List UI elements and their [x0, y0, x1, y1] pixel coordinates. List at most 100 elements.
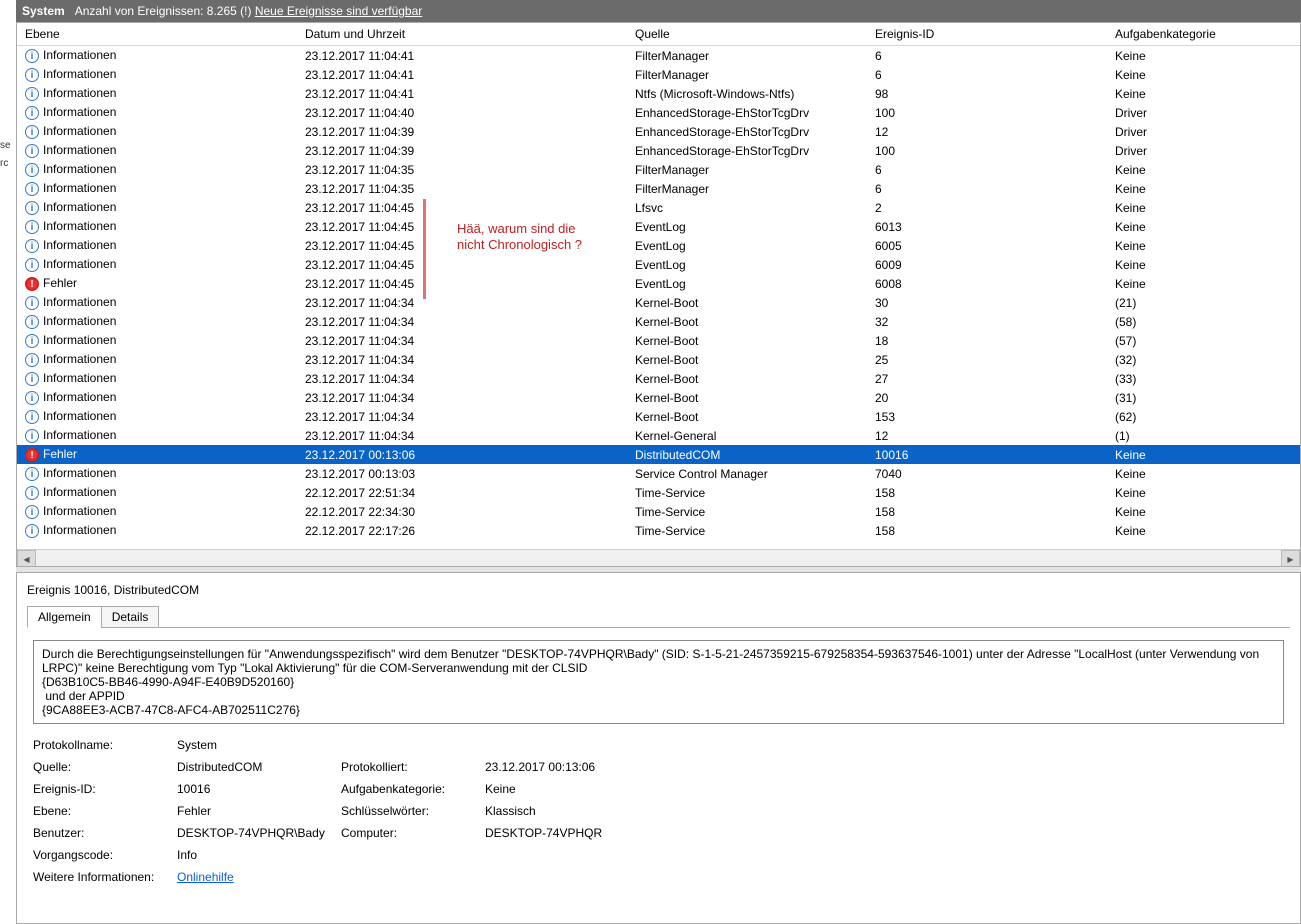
task-cell: (62) [1107, 410, 1300, 424]
col-level[interactable]: Ebene [17, 27, 297, 41]
lbl-logname: Protokollname: [33, 738, 173, 752]
date-cell: 23.12.2017 11:04:34 [297, 391, 627, 405]
info-icon: i [25, 391, 39, 405]
table-row[interactable]: iInformationen23.12.2017 11:04:41FilterM… [17, 65, 1300, 84]
level-text: Informationen [43, 485, 116, 499]
date-cell: 23.12.2017 11:04:41 [297, 49, 627, 63]
level-text: Informationen [43, 428, 116, 442]
table-row[interactable]: iInformationen23.12.2017 11:04:35FilterM… [17, 160, 1300, 179]
task-cell: Keine [1107, 448, 1300, 462]
eventid-cell: 10016 [867, 448, 1107, 462]
source-cell: Kernel-Boot [627, 410, 867, 424]
table-row[interactable]: iInformationen23.12.2017 11:04:39Enhance… [17, 122, 1300, 141]
source-cell: Service Control Manager [627, 467, 867, 481]
table-row[interactable]: iInformationen23.12.2017 11:04:35FilterM… [17, 179, 1300, 198]
task-cell: (21) [1107, 296, 1300, 310]
task-cell: Keine [1107, 68, 1300, 82]
table-row[interactable]: iInformationen23.12.2017 11:04:45EventLo… [17, 236, 1300, 255]
info-icon: i [25, 315, 39, 329]
table-row[interactable]: iInformationen23.12.2017 11:04:34Kernel-… [17, 407, 1300, 426]
level-text: Informationen [43, 48, 116, 62]
date-cell: 23.12.2017 11:04:45 [297, 201, 627, 215]
table-row[interactable]: iInformationen23.12.2017 11:04:34Kernel-… [17, 350, 1300, 369]
task-cell: Keine [1107, 505, 1300, 519]
table-row[interactable]: iInformationen23.12.2017 00:13:03Service… [17, 464, 1300, 483]
table-row[interactable]: iInformationen22.12.2017 22:51:34Time-Se… [17, 483, 1300, 502]
detail-tabs[interactable]: Allgemein Details [27, 605, 1290, 628]
info-icon: i [25, 410, 39, 424]
table-row[interactable]: iInformationen23.12.2017 11:04:39Enhance… [17, 141, 1300, 160]
eventid-cell: 30 [867, 296, 1107, 310]
task-cell: Driver [1107, 106, 1300, 120]
eventid-cell: 27 [867, 372, 1107, 386]
lbl-source: Quelle: [33, 760, 173, 774]
level-text: Informationen [43, 523, 116, 537]
eventid-cell: 100 [867, 106, 1107, 120]
table-row[interactable]: !Fehler23.12.2017 11:04:45EventLog6008Ke… [17, 274, 1300, 293]
col-source[interactable]: Quelle [627, 27, 867, 41]
date-cell: 23.12.2017 11:04:34 [297, 315, 627, 329]
annotation-text: Hää, warum sind die nicht Chronologisch … [457, 221, 582, 253]
date-cell: 23.12.2017 11:04:34 [297, 410, 627, 424]
lbl-user: Benutzer: [33, 826, 173, 840]
info-icon: i [25, 429, 39, 443]
table-row[interactable]: iInformationen23.12.2017 11:04:34Kernel-… [17, 388, 1300, 407]
table-row[interactable]: !Fehler23.12.2017 00:13:06DistributedCOM… [17, 445, 1300, 464]
event-rows[interactable]: i Informationen 23.12.2017 11:04:41FilterM… [17, 46, 1300, 540]
table-row[interactable]: iInformationen23.12.2017 11:04:41Ntfs (M… [17, 84, 1300, 103]
task-cell: Keine [1107, 87, 1300, 101]
level-text: Informationen [43, 314, 116, 328]
source-cell: EnhancedStorage-EhStorTcgDrv [627, 106, 867, 120]
level-text: Informationen [43, 67, 116, 81]
event-list[interactable]: Ebene Datum und Uhrzeit Quelle Ereignis-… [16, 22, 1301, 568]
task-cell: Keine [1107, 163, 1300, 177]
table-row[interactable]: iInformationen23.12.2017 11:04:40Enhance… [17, 103, 1300, 122]
source-cell: FilterManager [627, 68, 867, 82]
date-cell: 23.12.2017 11:04:34 [297, 334, 627, 348]
table-row[interactable]: iInformationen23.12.2017 11:04:34Kernel-… [17, 331, 1300, 350]
table-row[interactable]: iInformationen22.12.2017 22:34:30Time-Se… [17, 502, 1300, 521]
event-description[interactable]: Durch die Berechtigungseinstellungen für… [33, 640, 1284, 724]
val-logged: 23.12.2017 00:13:06 [485, 760, 1284, 774]
table-row[interactable]: iInformationen23.12.2017 11:04:34Kernel-… [17, 369, 1300, 388]
source-cell: Time-Service [627, 486, 867, 500]
lbl-taskcat: Aufgabenkategorie: [341, 782, 481, 796]
level-text: Informationen [43, 504, 116, 518]
source-cell: Ntfs (Microsoft-Windows-Ntfs) [627, 87, 867, 101]
col-datetime[interactable]: Datum und Uhrzeit [297, 27, 627, 41]
val-opcode: Info [177, 848, 337, 862]
annotation-bracket [423, 199, 426, 299]
table-row[interactable]: iInformationen23.12.2017 11:04:34Kernel-… [17, 426, 1300, 445]
table-row[interactable]: iInformationen22.12.2017 22:17:26Time-Se… [17, 521, 1300, 540]
date-cell: 23.12.2017 11:04:35 [297, 182, 627, 196]
level-text: Informationen [43, 352, 116, 366]
table-row[interactable]: iInformationen23.12.2017 11:04:45Lfsvc2K… [17, 198, 1300, 217]
task-cell: Keine [1107, 258, 1300, 272]
eventid-cell: 100 [867, 144, 1107, 158]
task-cell: Keine [1107, 524, 1300, 538]
level-text: Informationen [43, 181, 116, 195]
table-row[interactable]: iInformationen23.12.2017 11:04:45EventLo… [17, 217, 1300, 236]
col-taskcat[interactable]: Aufgabenkategorie [1107, 27, 1300, 41]
eventid-cell: 25 [867, 353, 1107, 367]
level-text: Informationen [43, 124, 116, 138]
table-row[interactable]: iInformationen23.12.2017 11:04:41FilterM… [17, 46, 1300, 65]
table-row[interactable]: iInformationen23.12.2017 11:04:34Kernel-… [17, 312, 1300, 331]
eventid-cell: 6009 [867, 258, 1107, 272]
source-cell: FilterManager [627, 49, 867, 63]
level-text: Informationen [43, 143, 116, 157]
tab-details[interactable]: Details [101, 606, 160, 628]
col-eventid[interactable]: Ereignis-ID [867, 27, 1107, 41]
eventid-cell: 32 [867, 315, 1107, 329]
tab-general[interactable]: Allgemein [27, 606, 102, 628]
online-help-link[interactable]: Onlinehilfe [177, 870, 234, 884]
column-headers[interactable]: Ebene Datum und Uhrzeit Quelle Ereignis-… [17, 23, 1300, 46]
table-row[interactable]: iInformationen23.12.2017 11:04:34Kernel-… [17, 293, 1300, 312]
info-icon: i [25, 334, 39, 348]
task-cell: Keine [1107, 201, 1300, 215]
val-keywords: Klassisch [485, 804, 1284, 818]
source-cell: EventLog [627, 220, 867, 234]
table-row[interactable]: iInformationen23.12.2017 11:04:45EventLo… [17, 255, 1300, 274]
hscrollbar[interactable]: ◀ ▶ [17, 549, 1300, 567]
source-cell: Lfsvc [627, 201, 867, 215]
